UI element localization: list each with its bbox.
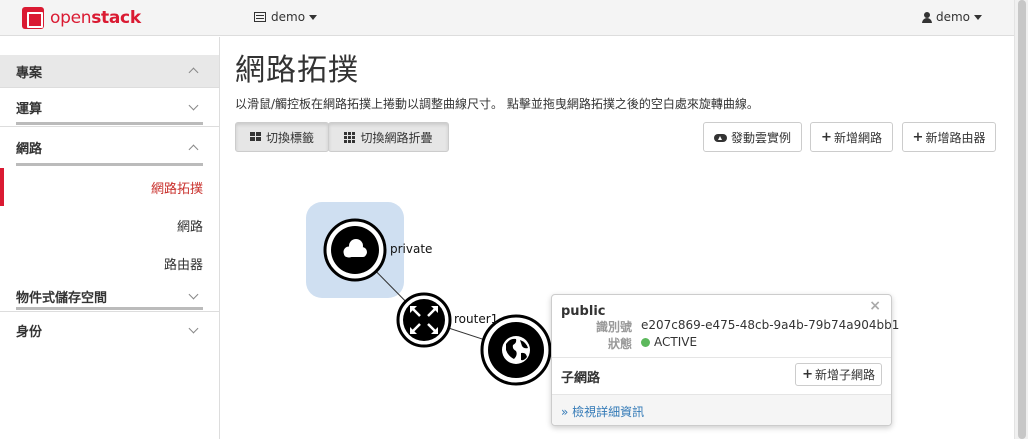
button-label: 切換標籤 bbox=[265, 130, 314, 145]
sidebar-section-label: 網路 bbox=[16, 142, 43, 157]
project-dropdown[interactable]: demo bbox=[254, 10, 318, 24]
sidebar-item-routers[interactable]: 路由器 bbox=[0, 244, 219, 282]
scrollbar-thumb[interactable] bbox=[1018, 0, 1026, 439]
globe-icon bbox=[502, 336, 530, 364]
caret-down-icon bbox=[309, 14, 318, 20]
user-icon bbox=[921, 11, 932, 23]
plus-icon: + bbox=[821, 129, 832, 145]
popup-footer: » 檢視詳細資訊 bbox=[552, 394, 891, 425]
close-icon[interactable]: × bbox=[869, 298, 881, 314]
sidebar-section-network[interactable]: 網路 bbox=[0, 127, 219, 168]
popup-id-value: e207c869-e475-48cb-9a4b-79b74a904bb1 bbox=[641, 318, 900, 332]
th-icon bbox=[344, 132, 356, 143]
popup-id-key: 識別號 bbox=[595, 320, 632, 334]
create-router-button[interactable]: + 新增路由器 bbox=[902, 122, 996, 152]
sidebar-section-label: 身份 bbox=[16, 324, 43, 340]
page-description: 以滑鼠/觸控板在網路拓撲上捲動以調整曲線尺寸。 點擊並拖曳網路拓撲之後的空白處來… bbox=[235, 97, 759, 111]
sidebar-section-network-wrap: 網路 bbox=[0, 127, 219, 168]
list-icon bbox=[254, 12, 266, 22]
public-network-node[interactable] bbox=[480, 314, 552, 386]
section-underline bbox=[16, 307, 203, 310]
top-navbar: openstack demo demo bbox=[0, 0, 1028, 36]
user-name: demo bbox=[935, 10, 970, 24]
sidebar-section-compute-wrap: 運算 bbox=[0, 88, 219, 127]
sidebar-item-label: 網路 bbox=[176, 219, 203, 235]
router-label: router1 bbox=[454, 312, 499, 326]
sidebar-section-label: 物件式儲存空間 bbox=[16, 291, 108, 306]
popup-title: public bbox=[561, 304, 606, 319]
chevron-down-icon bbox=[188, 323, 199, 333]
popup-status-value-wrap: ACTIVE bbox=[641, 335, 697, 349]
sidebar-item-label: 路由器 bbox=[163, 257, 203, 273]
router-node[interactable] bbox=[396, 292, 452, 348]
toggle-network-collapse-button[interactable]: 切換網路折疊 bbox=[328, 122, 449, 152]
caret-down-icon bbox=[974, 14, 982, 20]
private-network-node[interactable] bbox=[323, 218, 387, 282]
chevron-down-icon bbox=[188, 289, 199, 300]
sidebar-item-label: 網路拓撲 bbox=[150, 181, 203, 197]
sidebar-section-project[interactable]: 專案 bbox=[0, 55, 219, 88]
project-name: demo bbox=[271, 10, 306, 24]
create-network-button[interactable]: + 新增網路 bbox=[810, 122, 893, 152]
sidebar-spacer bbox=[0, 37, 219, 55]
private-network-label: private bbox=[390, 242, 433, 256]
brand-text: openstack bbox=[50, 8, 141, 28]
sidebar-item-networks[interactable]: 網路 bbox=[0, 206, 219, 244]
page-title: 網路拓撲 bbox=[235, 53, 359, 88]
sidebar-section-object-store-wrap: 物件式儲存空間 bbox=[0, 282, 219, 312]
button-label: 新增路由器 bbox=[925, 130, 986, 145]
popup-status-value: ACTIVE bbox=[654, 335, 698, 349]
openstack-logo-icon bbox=[22, 7, 44, 29]
button-label: 切換網路折疊 bbox=[360, 130, 433, 145]
user-dropdown[interactable]: demo bbox=[921, 10, 982, 24]
launch-instance-button[interactable]: 發動雲實例 bbox=[703, 122, 802, 152]
section-underline bbox=[16, 163, 203, 166]
button-label: 新增網路 bbox=[833, 130, 882, 145]
status-active-icon bbox=[641, 338, 650, 347]
subnet-heading: 子網路 bbox=[561, 371, 601, 386]
sidebar-item-network-topology[interactable]: 網路拓撲 bbox=[0, 168, 219, 206]
th-large-icon bbox=[249, 132, 261, 142]
add-subnet-button[interactable]: + 新增子網路 bbox=[795, 363, 882, 386]
sidebar-section-label: 運算 bbox=[16, 101, 43, 117]
plus-icon: + bbox=[802, 367, 813, 382]
cloud-upload-icon bbox=[713, 132, 727, 142]
chevron-up-icon bbox=[188, 144, 199, 154]
toggle-labels-button[interactable]: 切換標籤 bbox=[235, 122, 329, 152]
network-detail-popup: × public 識別號 e207c869-e475-48cb-9a4b-79b… bbox=[551, 294, 899, 426]
chevron-down-icon bbox=[188, 100, 199, 110]
popup-status-key: 狀態 bbox=[607, 337, 632, 351]
vertical-scrollbar[interactable] bbox=[1014, 0, 1028, 439]
sidebar: 專案 運算 網路 網路拓撲 網路 路由器 物件式儲存空間 身份 bbox=[0, 37, 220, 439]
popup-id-row: 識別號 e207c869-e475-48cb-9a4b-79b74a904bb1 bbox=[552, 318, 899, 334]
section-underline bbox=[16, 122, 203, 125]
popup-divider bbox=[552, 357, 891, 358]
button-label: 發動雲實例 bbox=[730, 130, 791, 145]
popup-status-row: 狀態 ACTIVE bbox=[552, 335, 891, 351]
view-details-link[interactable]: » 檢視詳細資訊 bbox=[561, 403, 644, 420]
chevron-up-icon bbox=[188, 67, 199, 78]
sidebar-section-identity[interactable]: 身份 bbox=[0, 312, 219, 348]
openstack-logo[interactable]: openstack bbox=[22, 6, 141, 30]
sidebar-section-label: 專案 bbox=[16, 65, 43, 81]
plus-icon: + bbox=[912, 129, 924, 145]
button-label: 新增子網路 bbox=[814, 368, 875, 382]
